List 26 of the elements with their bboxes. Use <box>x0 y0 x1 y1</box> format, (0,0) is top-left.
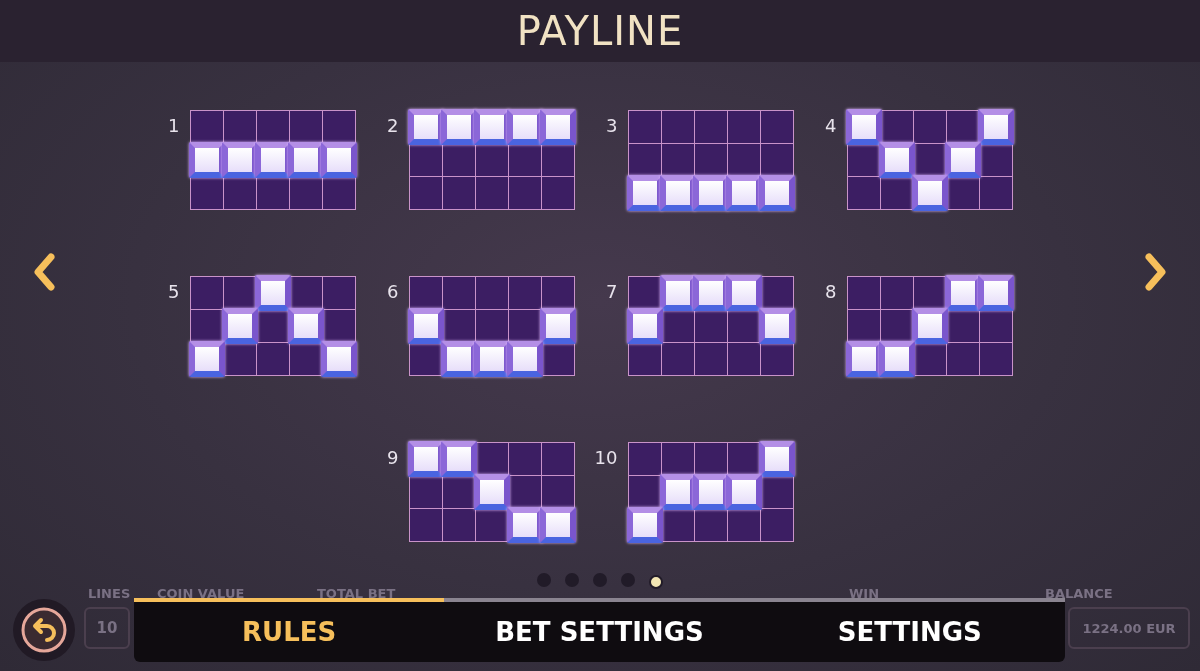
payline-number: 3 <box>606 115 618 136</box>
page-dot[interactable] <box>649 575 663 589</box>
page-dot[interactable] <box>621 573 635 587</box>
lines-field: 10 <box>84 607 130 649</box>
hud-label: LINES <box>88 586 131 601</box>
menu-tab[interactable]: RULES <box>134 598 445 662</box>
page-dot[interactable] <box>565 573 579 587</box>
payline-number: 7 <box>606 281 618 302</box>
menu-tab[interactable]: BET SETTINGS <box>444 598 755 662</box>
payline-number: 9 <box>387 447 399 468</box>
payline-number: 4 <box>825 115 837 136</box>
page-dot[interactable] <box>537 573 551 587</box>
balance-field: 1224.00 EUR <box>1068 607 1190 649</box>
payline-number: 1 <box>168 115 180 136</box>
page-dot[interactable] <box>593 573 607 587</box>
hud-label: TOTAL BET <box>317 586 396 601</box>
menu-tab[interactable]: SETTINGS <box>754 598 1065 662</box>
payline-number: 10 <box>594 447 618 468</box>
payline-number: 2 <box>387 115 399 136</box>
hud-label: BALANCE <box>1045 586 1113 601</box>
page-title: PAYLINE <box>516 8 684 54</box>
payline-number: 5 <box>168 281 180 302</box>
hud-label: WIN <box>849 586 880 601</box>
payline-number: 6 <box>387 281 399 302</box>
payline-number: 8 <box>825 281 837 302</box>
hud-label: COIN VALUE <box>157 586 245 601</box>
